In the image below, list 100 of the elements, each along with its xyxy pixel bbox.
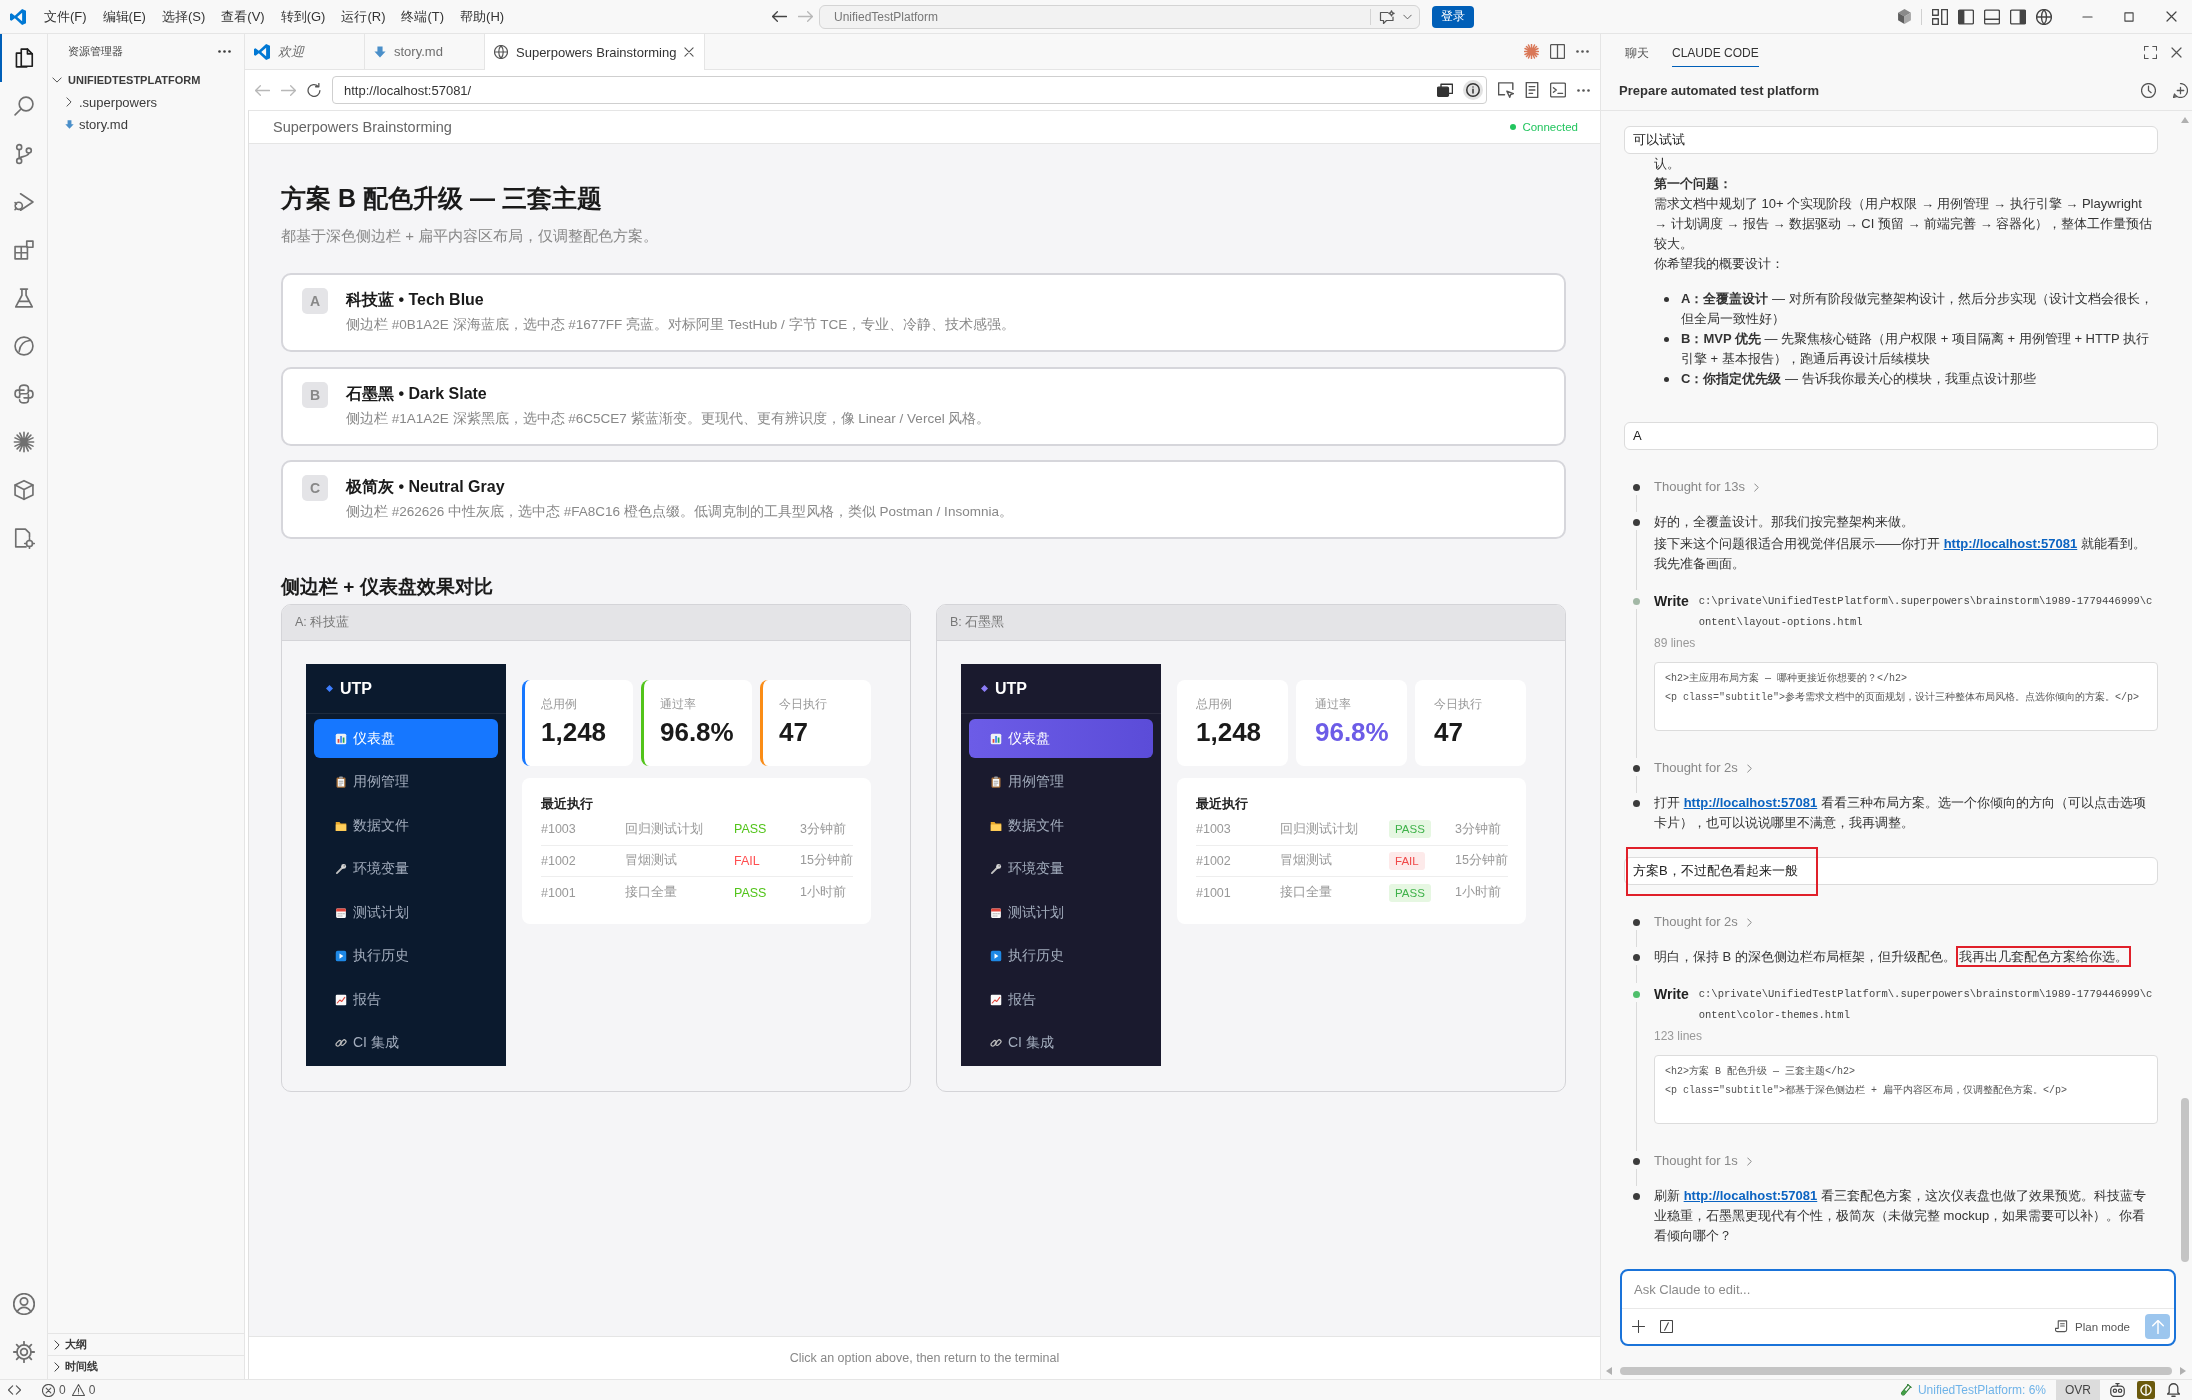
reload-icon[interactable]: [307, 83, 321, 97]
command-center[interactable]: UnifiedTestPlatform: [819, 4, 1420, 29]
file-path: c:\private\UnifiedTestPlatform\.superpowers\brainstorm\1989-1779446999\content\color-themes.html: [1698, 987, 2154, 1023]
menu-item[interactable]: 选择(S): [153, 5, 214, 28]
nav-item[interactable]: 数据文件: [969, 806, 1153, 845]
input-mode[interactable]: OVR: [2056, 1380, 2100, 1400]
back-icon[interactable]: [772, 11, 787, 22]
tree-item[interactable]: story.md: [48, 113, 244, 135]
nav-item[interactable]: 执行历史: [314, 936, 498, 976]
layout-grid-icon[interactable]: [1932, 8, 1948, 25]
menu-item[interactable]: 转到(G): [272, 5, 334, 28]
menu-item[interactable]: 终端(T): [393, 5, 453, 28]
nav-item[interactable]: 用例管理: [314, 762, 498, 802]
nav-item[interactable]: 环境变量: [969, 849, 1153, 889]
sidebar-right-icon[interactable]: [2010, 8, 2026, 25]
slash-command-icon[interactable]: [1660, 1320, 1673, 1333]
terminal-icon[interactable]: [1550, 82, 1566, 98]
nav-item[interactable]: 报告: [314, 980, 498, 1019]
remote-icon[interactable]: [7, 1385, 21, 1395]
chevron-down-icon[interactable]: [1403, 13, 1412, 20]
menu-item[interactable]: 运行(R): [333, 5, 394, 28]
editor-tab[interactable]: Superpowers Brainstorming: [485, 34, 706, 70]
menu-item[interactable]: 文件(F): [36, 5, 95, 28]
search-icon[interactable]: [12, 95, 35, 117]
plan-mode-button[interactable]: Plan mode: [2055, 1320, 2130, 1333]
robot-face-icon[interactable]: [2110, 1383, 2125, 1397]
new-chat-icon[interactable]: [2173, 82, 2188, 98]
composer-field[interactable]: Ask Claude to edit... Plan mode: [1620, 1269, 2176, 1346]
globe-icon[interactable]: [2036, 8, 2052, 25]
swoosh-circle-icon[interactable]: [12, 335, 35, 357]
scrollbar-thumb[interactable]: [2181, 1098, 2189, 1262]
flask-icon[interactable]: [12, 287, 35, 309]
option-card[interactable]: C 极简灰 • Neutral Gray 侧边栏 #262626 中性灰底，选中态 #FA8C16 橙色点缀。低调克制的工具型风格，类似 Postman / Insomnia。: [281, 460, 1566, 539]
section-header[interactable]: 大纲: [48, 1333, 244, 1355]
nav-item[interactable]: CI 集成: [314, 1023, 498, 1063]
message-input[interactable]: Ask Claude to edit...: [1622, 1271, 2174, 1309]
section-header[interactable]: 时间线: [48, 1355, 244, 1377]
stat-value: 1,248: [1196, 716, 1263, 748]
nav-item[interactable]: 测试计划: [314, 893, 498, 932]
more-icon[interactable]: [218, 50, 231, 53]
circle-tile-icon[interactable]: [2137, 1381, 2155, 1399]
close-icon[interactable]: [2171, 46, 2182, 58]
plus-icon[interactable]: [1632, 1320, 1645, 1333]
cube-icon[interactable]: [1898, 9, 1911, 24]
nav-item[interactable]: CI 集成: [969, 1023, 1153, 1063]
nav-item[interactable]: 环境变量: [314, 849, 498, 889]
document-gear-icon[interactable]: [12, 527, 35, 549]
panel-tab[interactable]: CLAUDE CODE: [1672, 37, 1759, 67]
nav-item[interactable]: 报告: [969, 980, 1153, 1019]
play-bug-icon[interactable]: [12, 191, 35, 213]
more-icon[interactable]: [1576, 50, 1589, 53]
nav-item[interactable]: 测试计划: [969, 893, 1153, 932]
close-icon[interactable]: [684, 47, 695, 57]
panel-tab[interactable]: 聊天: [1625, 37, 1649, 67]
nav-item[interactable]: 执行历史: [969, 936, 1153, 976]
python-icon[interactable]: [12, 383, 35, 405]
screens-icon[interactable]: [1437, 83, 1453, 97]
account-icon[interactable]: [12, 1293, 35, 1315]
nav-item[interactable]: 仪表盘: [314, 719, 498, 758]
nav-item[interactable]: 用例管理: [969, 762, 1153, 802]
notes-icon[interactable]: [1525, 82, 1539, 98]
maximize-icon[interactable]: [2124, 11, 2134, 22]
settings-icon[interactable]: [12, 1341, 35, 1363]
expand-icon[interactable]: [2144, 45, 2157, 59]
info-icon[interactable]: [1463, 80, 1483, 100]
cursor-frame-icon[interactable]: [1498, 82, 1514, 98]
link[interactable]: http://localhost:57081: [1683, 1188, 1818, 1203]
sign-in-button[interactable]: 登录: [1432, 5, 1474, 28]
url-field[interactable]: http://localhost:57081/: [332, 76, 1487, 104]
tree-item[interactable]: .superpowers: [48, 91, 244, 113]
more-icon[interactable]: [1577, 88, 1590, 92]
nav-item[interactable]: 数据文件: [314, 806, 498, 845]
scrollbar-thumb[interactable]: [1620, 1367, 2172, 1375]
link[interactable]: http://localhost:57081: [1683, 795, 1818, 810]
bell-icon[interactable]: [2167, 1383, 2180, 1397]
extensions-icon[interactable]: [12, 239, 35, 261]
tree-item[interactable]: UNIFIEDTESTPLATFORM: [48, 69, 244, 91]
history-icon[interactable]: [2141, 82, 2156, 98]
problems-status[interactable]: 0 0: [40, 1380, 96, 1400]
option-card[interactable]: A 科技蓝 • Tech Blue 侧边栏 #0B1A2E 深海蓝底，选中态 #1677FF 亮蓝。对标阿里 TestHub / 字节 TCE，专业、冷静、技术感强。: [281, 273, 1566, 352]
split-editor-icon[interactable]: [1550, 44, 1565, 59]
menu-item[interactable]: 帮助(H): [452, 5, 513, 28]
menu-item[interactable]: 编辑(E): [94, 5, 154, 28]
nav-item[interactable]: 仪表盘: [969, 719, 1153, 758]
starburst-icon[interactable]: [1524, 44, 1539, 59]
link[interactable]: http://localhost:57081: [1943, 536, 2078, 551]
menu-item[interactable]: 查看(V): [213, 5, 273, 28]
close-icon[interactable]: [2165, 11, 2177, 22]
url-input[interactable]: http://localhost:57081/: [344, 82, 1427, 98]
package-icon[interactable]: [12, 479, 35, 501]
starburst-icon[interactable]: [12, 431, 35, 453]
option-card[interactable]: B 石墨黑 • Dark Slate 侧边栏 #1A1A2E 深紫黑底，选中态 #6C5CE7 紫蓝渐变。更现代、更有辨识度，像 Linear / Vercel 风格。: [281, 366, 1566, 446]
editor-tab[interactable]: 欢迎: [245, 34, 365, 69]
option-description: 侧边栏 #0B1A2E 深海蓝底，选中态 #1677FF 亮蓝。对标阿里 TestHub / 字节 TCE，专业、冷静、技术感强。: [346, 316, 1016, 334]
panel-bottom-icon[interactable]: [1984, 8, 2000, 25]
minimize-icon[interactable]: [2081, 15, 2093, 18]
sidebar-left-icon[interactable]: [1958, 8, 1974, 25]
chat-sparkle-icon[interactable]: [1379, 9, 1395, 24]
run-name: 接口全量: [625, 884, 678, 902]
tool-name: Write: [1654, 985, 1689, 1004]
